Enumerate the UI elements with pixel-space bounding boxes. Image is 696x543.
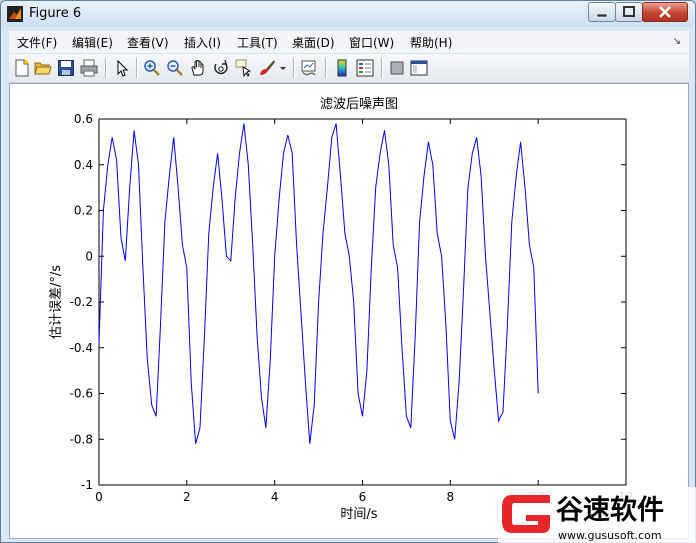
- show-plot-tools-icon[interactable]: [410, 59, 428, 77]
- dock-arrow-icon[interactable]: ↘: [673, 36, 681, 47]
- zoom-in-icon[interactable]: [143, 59, 161, 77]
- close-icon: [659, 6, 671, 18]
- close-button[interactable]: [642, 2, 688, 22]
- x-tick-label: 2: [183, 490, 191, 504]
- menu-help[interactable]: 帮助(H): [410, 34, 452, 51]
- window-title: Figure 6: [29, 6, 82, 21]
- x-tick-label: 8: [447, 490, 455, 504]
- maximize-icon: [623, 6, 635, 17]
- minimize-icon: [596, 13, 608, 18]
- figure-canvas[interactable]: 滤波后噪声图 024681012-1-0.8-0.6-0.4-0.200.20.…: [9, 83, 689, 539]
- minimize-button[interactable]: [588, 2, 616, 22]
- toolbar-separator: [325, 58, 326, 78]
- menu-tools[interactable]: 工具(T): [237, 34, 278, 51]
- x-tick-label: 4: [271, 490, 279, 504]
- menu-file[interactable]: 文件(F): [17, 34, 57, 51]
- menu-view[interactable]: 查看(V): [127, 34, 169, 51]
- print-icon[interactable]: [80, 59, 98, 77]
- line-chart[interactable]: 滤波后噪声图 024681012-1-0.8-0.6-0.4-0.200.20.…: [10, 84, 690, 540]
- data-cursor-icon[interactable]: [235, 59, 253, 77]
- y-axis-label: 估计误差/°/s: [49, 265, 64, 339]
- x-tick-label: 6: [359, 490, 367, 504]
- menu-desktop[interactable]: 桌面(D): [292, 34, 335, 51]
- maximize-button[interactable]: [615, 2, 643, 22]
- toolbar-separator: [293, 58, 294, 78]
- new-figure-icon[interactable]: [13, 59, 31, 77]
- link-plot-icon[interactable]: [300, 59, 318, 77]
- site-watermark: 谷速软件 www.gususoft.com: [498, 487, 696, 543]
- y-tick-label: 0.4: [74, 158, 93, 172]
- y-tick-label: 0.6: [74, 112, 93, 126]
- x-axis-label: 时间/s: [340, 507, 377, 522]
- toolbar-separator: [105, 58, 106, 78]
- figure-window: Figure 6 文件(F) 编辑(E) 查看(V) 插入(I) 工具(T) 桌…: [0, 0, 696, 543]
- menu-insert[interactable]: 插入(I): [184, 34, 221, 51]
- y-tick-label: -1: [81, 478, 93, 492]
- figure-toolbar: [9, 54, 689, 83]
- y-tick-label: -0.4: [70, 341, 93, 355]
- y-tick-label: -0.8: [70, 432, 93, 446]
- menu-window[interactable]: 窗口(W): [349, 34, 394, 51]
- pan-hand-icon[interactable]: [189, 59, 207, 77]
- matlab-logo-icon: [7, 6, 23, 22]
- menu-edit[interactable]: 编辑(E): [72, 34, 113, 51]
- chevron-down-icon[interactable]: [278, 59, 288, 77]
- y-tick-label: -0.2: [70, 295, 93, 309]
- y-tick-label: -0.6: [70, 387, 93, 401]
- colorbar-icon[interactable]: [333, 59, 351, 77]
- menu-bar: 文件(F) 编辑(E) 查看(V) 插入(I) 工具(T) 桌面(D) 窗口(W…: [9, 31, 689, 54]
- plot-area: [98, 118, 627, 486]
- chart-title: 滤波后噪声图: [320, 97, 398, 112]
- edit-plot-arrow-icon[interactable]: [113, 59, 131, 77]
- y-tick-label: 0.2: [74, 204, 93, 218]
- zoom-out-icon[interactable]: [166, 59, 184, 77]
- toolbar-separator: [136, 58, 137, 78]
- legend-icon[interactable]: [356, 59, 374, 77]
- watermark-url: www.gususoft.com: [558, 529, 662, 542]
- toolbar-separator: [381, 58, 382, 78]
- watermark-text: 谷速软件: [556, 495, 664, 526]
- rotate-3d-icon[interactable]: [212, 59, 230, 77]
- x-tick-label: 0: [95, 490, 103, 504]
- open-file-icon[interactable]: [34, 59, 52, 77]
- save-icon[interactable]: [57, 59, 75, 77]
- brush-icon[interactable]: [258, 59, 276, 77]
- title-bar[interactable]: Figure 6: [1, 1, 695, 27]
- y-tick-label: 0: [85, 249, 93, 263]
- hide-plot-tools-icon[interactable]: [388, 59, 406, 77]
